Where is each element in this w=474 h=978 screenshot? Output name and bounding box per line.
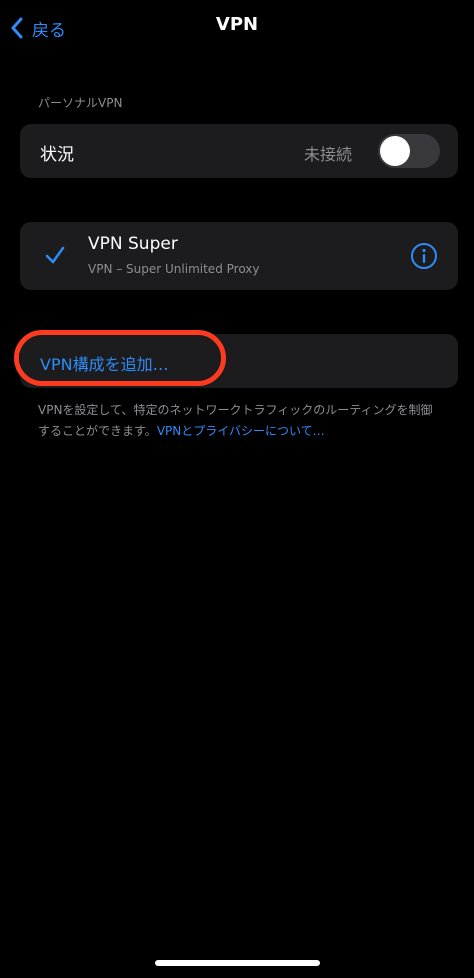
vpn-footer-note: VPNを設定して、特定のネットワークトラフィックのルーティングを制御することがで…	[38, 400, 438, 442]
status-value: 未接続	[303, 145, 352, 164]
vpn-privacy-link[interactable]: VPNとプライバシーについて…	[157, 424, 325, 438]
vpn-config-row[interactable]: VPN Super VPN – Super Unlimited Proxy	[20, 222, 458, 290]
vpn-config-name: VPN Super	[88, 234, 178, 254]
home-indicator[interactable]	[155, 960, 320, 966]
vpn-config-subtitle: VPN – Super Unlimited Proxy	[88, 262, 260, 276]
personal-vpn-section-header: パーソナルVPN	[38, 96, 123, 110]
navigation-bar: 戻る VPN	[0, 0, 474, 56]
info-circle-icon[interactable]	[410, 242, 438, 270]
page-title: VPN	[215, 14, 259, 35]
checkmark-icon	[45, 246, 65, 264]
add-vpn-config-row[interactable]: VPN構成を追加…	[20, 334, 458, 388]
vpn-settings-screen: 戻る VPN パーソナルVPN 状況 未接続 VPN Super VPN – S…	[0, 0, 474, 978]
status-row: 状況 未接続	[20, 124, 458, 178]
toggle-knob	[380, 136, 410, 166]
add-vpn-config-button[interactable]: VPN構成を追加…	[40, 351, 169, 375]
status-label: 状況	[40, 145, 74, 165]
vpn-toggle[interactable]	[378, 134, 440, 168]
